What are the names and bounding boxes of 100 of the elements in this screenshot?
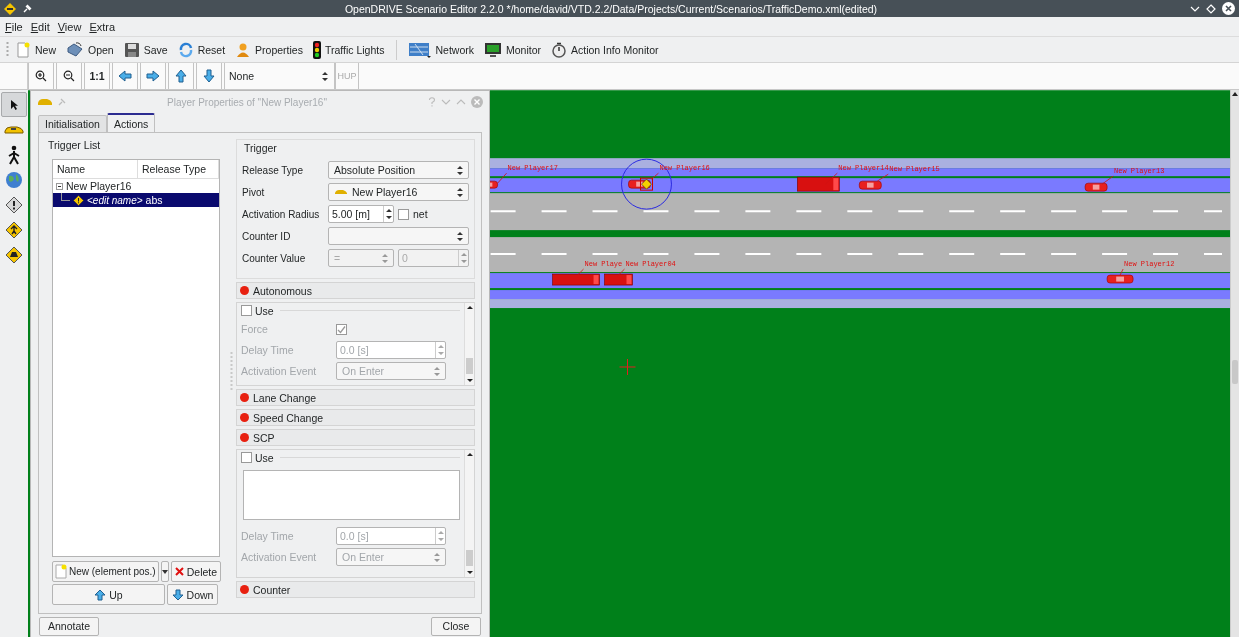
- leader-line: [1101, 175, 1114, 185]
- road-sign-icon: [5, 220, 23, 239]
- collapse-icon[interactable]: [56, 182, 63, 190]
- refresh-icon: [177, 41, 194, 58]
- stopwatch-icon: [551, 41, 567, 58]
- status-dot-icon: [240, 393, 249, 402]
- toolbar-button[interactable]: Action Info Monitor: [547, 41, 663, 58]
- leader-line: [651, 172, 659, 180]
- menu-item[interactable]: Extra: [85, 20, 120, 33]
- section-header[interactable]: Speed Change: [236, 409, 475, 426]
- zoom-out-button[interactable]: [56, 63, 82, 89]
- scroll-thumb[interactable]: [1232, 360, 1238, 384]
- menu-item[interactable]: Edit: [26, 20, 54, 33]
- dropdown-button[interactable]: [160, 561, 169, 582]
- toolbar-button[interactable]: Traffic Lights: [308, 40, 389, 59]
- tab[interactable]: Initialisation: [38, 115, 107, 132]
- toolbar-button[interactable]: Monitor: [480, 41, 545, 58]
- field-label: Delay Time: [241, 344, 295, 356]
- toolbar-button[interactable]: Properties: [231, 41, 307, 58]
- car[interactable]: [859, 180, 882, 190]
- road-sign-icon: [5, 245, 23, 264]
- checkbox[interactable]: [241, 452, 252, 463]
- spin-arrows-icon: [437, 344, 444, 356]
- pan-button[interactable]: [168, 63, 194, 89]
- tree-row[interactable]: <edit name> abs: [53, 193, 219, 207]
- warning-marker-icon: [640, 177, 653, 191]
- checkbox[interactable]: [336, 323, 347, 335]
- checkbox[interactable]: [398, 208, 409, 220]
- tab[interactable]: Actions: [106, 113, 156, 132]
- updown-arrows-icon: [434, 366, 440, 376]
- updown-arrows-icon: [457, 231, 463, 241]
- scroll-thumb[interactable]: [466, 550, 473, 566]
- toolbar-button[interactable]: New: [11, 41, 60, 58]
- close-button[interactable]: Close: [431, 616, 481, 636]
- down-button[interactable]: Down: [167, 584, 218, 605]
- spin-box[interactable]: 5.00 [m]: [328, 205, 394, 223]
- scroll-down-icon[interactable]: [466, 378, 473, 383]
- spin-arrows-icon: [460, 252, 467, 264]
- splitter-handle[interactable]: [229, 352, 233, 392]
- annotate-button[interactable]: Annotate: [39, 616, 100, 636]
- section-header[interactable]: Counter: [236, 581, 475, 598]
- pointer-icon: [9, 98, 19, 111]
- caret-icon: [161, 569, 168, 574]
- down-arrow-icon: [171, 588, 184, 601]
- scroll-up-icon[interactable]: [466, 452, 473, 457]
- scroll-thumb[interactable]: [466, 358, 473, 374]
- up-button[interactable]: Up: [52, 584, 165, 605]
- leader-line: [1119, 268, 1124, 276]
- toolbar-handle[interactable]: [6, 40, 9, 59]
- car[interactable]: [1106, 274, 1134, 284]
- new-document-icon: [15, 41, 31, 58]
- delete-button[interactable]: Delete: [170, 561, 222, 582]
- truck[interactable]: [797, 176, 840, 192]
- text-area[interactable]: [243, 470, 460, 520]
- field-label: Activation Radius: [242, 208, 321, 220]
- arrow-icon: [203, 69, 215, 83]
- crosshair-icon: [619, 358, 636, 376]
- close-icon[interactable]: [1222, 2, 1235, 15]
- toolbar-button[interactable]: Reset: [173, 41, 230, 58]
- section-header[interactable]: Autonomous: [236, 282, 475, 299]
- group-title: Trigger: [243, 142, 278, 156]
- toolbar-button[interactable]: Open: [62, 41, 118, 58]
- warning-sign-icon: [5, 195, 23, 214]
- leader-line: [876, 173, 889, 182]
- scrollbar[interactable]: [464, 450, 474, 577]
- column-header[interactable]: Name: [53, 160, 138, 178]
- menu-item[interactable]: View: [53, 20, 86, 33]
- scroll-down-icon[interactable]: [466, 570, 473, 575]
- updown-arrows-icon: [457, 165, 463, 175]
- menu-item[interactable]: File: [1, 20, 27, 33]
- truck[interactable]: [604, 273, 633, 286]
- dropdown[interactable]: Absolute Position: [328, 161, 469, 179]
- scrollbar[interactable]: [464, 303, 474, 385]
- zoom-in-button[interactable]: [28, 63, 54, 89]
- checkbox[interactable]: [241, 305, 252, 316]
- dropdown[interactable]: [328, 227, 469, 245]
- section-header[interactable]: Lane Change: [236, 389, 475, 406]
- car-icon: [37, 98, 53, 106]
- truck[interactable]: [552, 273, 600, 286]
- scroll-up-icon[interactable]: [466, 305, 473, 310]
- warning-icon: [73, 194, 84, 206]
- pedestrian-icon: [6, 144, 22, 165]
- dropdown[interactable]: New Player16: [328, 183, 469, 201]
- section-header[interactable]: SCP: [236, 429, 475, 446]
- toolbar-button[interactable]: Save: [119, 41, 172, 58]
- pan-button[interactable]: [112, 63, 138, 89]
- car-icon: [334, 189, 348, 195]
- field-label: Counter Value: [242, 252, 307, 264]
- scrollbar[interactable]: [1230, 90, 1239, 637]
- column-header[interactable]: Release Type: [138, 160, 219, 178]
- actual-size-button[interactable]: 1:1: [84, 63, 110, 89]
- new-button[interactable]: New (element pos.): [52, 561, 159, 582]
- field-label: Delay Time: [241, 530, 295, 542]
- arrow-icon: [146, 70, 160, 82]
- toolbar-button[interactable]: Network: [405, 41, 478, 58]
- car[interactable]: [1084, 182, 1108, 192]
- tree-row[interactable]: New Player16: [53, 179, 219, 193]
- tool-button[interactable]: [1, 92, 27, 117]
- pan-button[interactable]: [196, 63, 222, 89]
- pan-button[interactable]: [140, 63, 166, 89]
